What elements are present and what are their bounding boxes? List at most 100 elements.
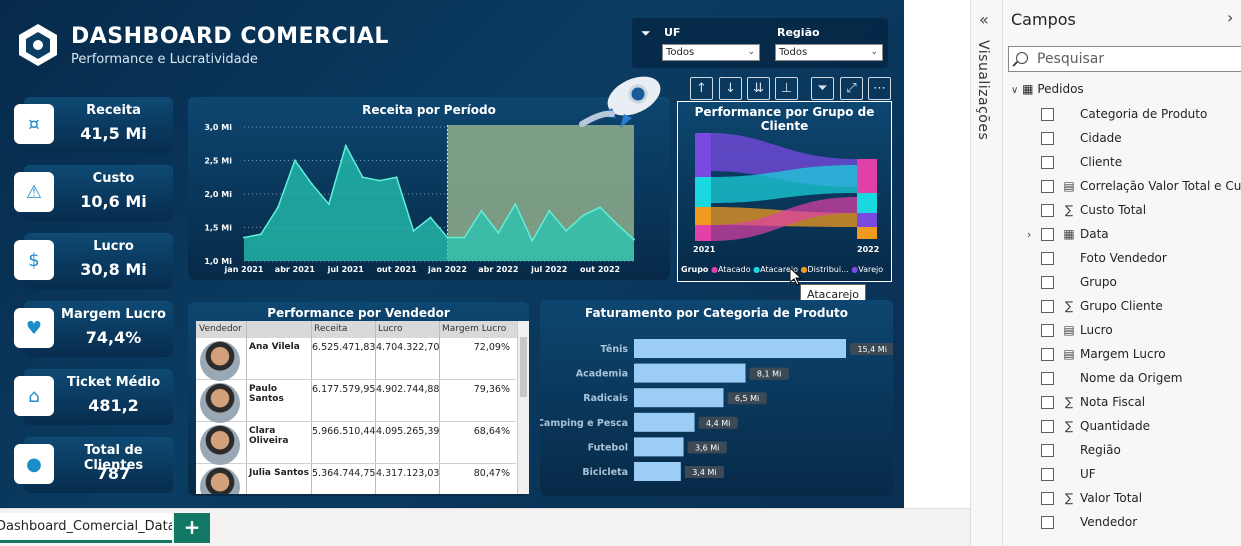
focus-mode-icon[interactable]: ⤢ xyxy=(840,77,863,100)
category-chart-panel[interactable]: Faturamento por Categoria de Produto Tên… xyxy=(540,300,893,496)
data-point[interactable] xyxy=(514,203,517,206)
data-point[interactable] xyxy=(565,229,568,232)
field-item[interactable]: ▤ Margem Lucro xyxy=(1041,342,1166,366)
fields-search-input[interactable]: Pesquisar xyxy=(1008,46,1241,72)
field-item[interactable]: Cliente xyxy=(1041,150,1122,174)
client-group-sankey-panel[interactable]: Performance por Grupo de Cliente 2021 20… xyxy=(677,101,892,282)
more-options-icon[interactable]: ⋯ xyxy=(868,77,891,100)
field-item[interactable]: Nome da Origem xyxy=(1041,366,1182,390)
uf-dropdown[interactable]: Todos ⌄ xyxy=(662,44,760,61)
field-item[interactable]: ▤ Lucro xyxy=(1041,318,1113,342)
data-point[interactable] xyxy=(310,182,313,185)
table-node-pedidos[interactable]: ∨ ▦ Pedidos xyxy=(1011,82,1084,96)
table-row[interactable]: Clara Oliveira 5.966.510,44 4.095.265,39 68… xyxy=(196,423,516,465)
field-checkbox[interactable] xyxy=(1041,395,1054,409)
field-item[interactable]: ∑ Grupo Cliente xyxy=(1041,294,1163,318)
field-item[interactable]: ∑ Custo Total xyxy=(1041,198,1146,222)
field-checkbox[interactable] xyxy=(1041,443,1054,457)
drill-down-icon[interactable]: ↓ xyxy=(719,77,742,100)
data-point[interactable] xyxy=(327,203,330,206)
data-point[interactable] xyxy=(582,214,585,217)
data-point[interactable] xyxy=(429,216,432,219)
regiao-dropdown[interactable]: Todos ⌄ xyxy=(775,44,883,61)
field-checkbox[interactable] xyxy=(1041,515,1054,529)
field-checkbox[interactable] xyxy=(1041,179,1054,193)
kpi-card-clientes[interactable]: ● Total de Clientes 787 xyxy=(14,437,173,493)
data-point[interactable] xyxy=(480,209,483,212)
column-header[interactable]: Lucro xyxy=(378,324,403,334)
legend-item[interactable]: Atacado xyxy=(718,265,751,274)
category-bar[interactable] xyxy=(634,339,846,358)
data-point[interactable] xyxy=(259,233,262,236)
kpi-card-custo[interactable]: ⚠ Custo 10,6 Mi xyxy=(14,165,173,221)
data-point[interactable] xyxy=(548,209,551,212)
table-row[interactable]: Paulo Santos 6.177.579,95 4.902.744,88 79,3… xyxy=(196,381,516,423)
field-item[interactable]: Região xyxy=(1041,438,1121,462)
category-bar[interactable] xyxy=(634,437,684,457)
field-item[interactable]: UF xyxy=(1041,462,1096,486)
data-point[interactable] xyxy=(243,236,245,239)
field-item[interactable]: ▤ Correlação Valor Total e Custo... xyxy=(1041,174,1241,198)
field-checkbox[interactable] xyxy=(1041,107,1054,121)
category-bar[interactable] xyxy=(634,462,681,481)
category-bar[interactable] xyxy=(634,412,695,432)
column-header[interactable]: Receita xyxy=(314,324,347,334)
field-item[interactable]: Vendedor xyxy=(1041,510,1137,534)
kpi-card-lucro[interactable]: $ Lucro 30,8 Mi xyxy=(14,233,173,289)
field-checkbox[interactable] xyxy=(1041,347,1054,361)
field-item[interactable]: Categoria de Produto xyxy=(1041,102,1207,126)
data-point[interactable] xyxy=(616,223,619,226)
data-point[interactable] xyxy=(378,179,381,182)
field-checkbox[interactable] xyxy=(1041,419,1054,433)
field-checkbox[interactable] xyxy=(1041,491,1054,505)
field-checkbox[interactable] xyxy=(1041,155,1054,169)
category-bar[interactable] xyxy=(634,388,724,408)
visual-filter-icon[interactable]: ⏷ xyxy=(811,77,834,100)
column-header[interactable]: Vendedor xyxy=(199,324,242,334)
field-item[interactable]: Grupo xyxy=(1041,270,1117,294)
page-tab[interactable]: Dashboard_Comercial_DataB xyxy=(0,513,172,543)
data-point[interactable] xyxy=(497,231,500,234)
field-item[interactable]: Foto Vendedor xyxy=(1041,246,1167,270)
data-point[interactable] xyxy=(531,239,534,242)
data-point[interactable] xyxy=(293,159,296,162)
scrollbar-thumb[interactable] xyxy=(520,337,527,397)
category-bar[interactable] xyxy=(634,363,746,383)
field-checkbox[interactable] xyxy=(1041,323,1054,337)
chevron-right-icon[interactable]: › xyxy=(1027,228,1031,241)
legend-item[interactable]: Distribui... xyxy=(808,265,849,274)
field-checkbox[interactable] xyxy=(1041,227,1054,241)
field-checkbox[interactable] xyxy=(1041,251,1054,265)
legend-item[interactable]: Varejo xyxy=(858,265,883,274)
collapse-pane-icon[interactable]: › xyxy=(1227,8,1233,27)
kpi-card-margem[interactable]: ♥ Margem Lucro 74,4% xyxy=(14,301,173,357)
data-point[interactable] xyxy=(599,206,602,209)
field-checkbox[interactable] xyxy=(1041,299,1054,313)
data-point[interactable] xyxy=(633,238,635,241)
data-point[interactable] xyxy=(446,236,449,239)
table-scrollbar[interactable] xyxy=(517,321,529,494)
drill-up-icon[interactable]: ↑ xyxy=(690,77,713,100)
data-point[interactable] xyxy=(395,176,398,179)
add-page-button[interactable]: + xyxy=(174,513,210,543)
field-item[interactable]: Cidade xyxy=(1041,126,1122,150)
field-item[interactable]: ∑ Valor Total xyxy=(1041,486,1142,510)
expand-hierarchy-icon[interactable]: ⊥ xyxy=(775,77,798,100)
data-point[interactable] xyxy=(344,144,347,147)
visualizations-pane-title[interactable]: Visualizações xyxy=(975,40,991,140)
field-checkbox[interactable] xyxy=(1041,203,1054,217)
table-row[interactable]: Ana Vilela 6.525.471,83 4.704.322,70 72,09% xyxy=(196,339,516,381)
kpi-card-ticket[interactable]: ⌂ Ticket Médio 481,2 xyxy=(14,369,173,425)
expand-next-level-icon[interactable]: ⇊ xyxy=(747,77,770,100)
field-checkbox[interactable] xyxy=(1041,275,1054,289)
kpi-card-receita[interactable]: ¤ Receita 41,5 Mi xyxy=(14,97,173,153)
field-checkbox[interactable] xyxy=(1041,131,1054,145)
field-item[interactable]: ∑ Nota Fiscal xyxy=(1041,390,1145,414)
field-item[interactable]: › ▦ Data xyxy=(1027,222,1109,246)
field-checkbox[interactable] xyxy=(1041,467,1054,481)
data-point[interactable] xyxy=(412,229,415,232)
field-item[interactable]: ∑ Quantidade xyxy=(1041,414,1150,438)
table-row[interactable]: Julia Santos 5.364.744,75 4.317.123,03 80,4… xyxy=(196,465,516,494)
data-point[interactable] xyxy=(361,176,364,179)
column-header[interactable]: Margem Lucro xyxy=(442,324,506,334)
